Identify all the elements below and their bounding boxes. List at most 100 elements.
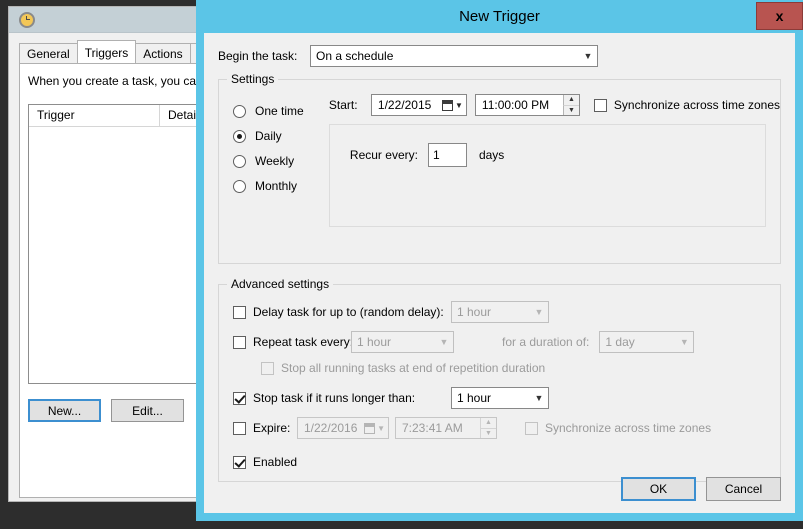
expire-sync-box <box>525 421 538 435</box>
spinner-up-icon[interactable]: ▲ <box>562 95 579 106</box>
background-window-titlebar <box>9 7 207 33</box>
start-time-spinner[interactable]: 11:00:00 PM ▲ ▼ <box>474 94 580 116</box>
chevron-down-icon: ▼ <box>534 307 544 317</box>
stop-longer-select[interactable]: 1 hour ▼ <box>451 387 549 409</box>
new-trigger-button[interactable]: New... <box>28 399 101 422</box>
chevron-down-icon: ▼ <box>679 337 689 347</box>
repeat-task-label: Repeat task every: <box>253 335 354 349</box>
recur-row: Recur every: 1 days <box>350 143 765 167</box>
radio-monthly[interactable]: Monthly <box>233 179 321 193</box>
clock-icon <box>19 11 35 28</box>
tab-general[interactable]: General <box>19 43 78 63</box>
recurrence-panel: Recur every: 1 days <box>328 124 766 227</box>
dialog-titlebar: New Trigger x <box>204 0 803 33</box>
radio-weekly[interactable]: Weekly <box>233 154 321 168</box>
stop-longer-label: Stop task if it runs longer than: <box>253 391 416 405</box>
repeat-interval-value: 1 hour <box>357 335 392 349</box>
schedule-type-radiogroup: One time Daily Weekly Monthly <box>219 94 321 263</box>
recur-value: 1 <box>432 148 440 162</box>
stop-all-tasks-checkbox[interactable]: Stop all running tasks at end of repetit… <box>261 361 766 375</box>
begin-task-value: On a schedule <box>316 49 394 63</box>
radio-one-time-indicator <box>233 104 246 118</box>
repeat-interval-select[interactable]: 1 hour ▼ <box>351 331 454 353</box>
expire-sync-label: Synchronize across time zones <box>545 421 712 435</box>
stop-longer-row: Stop task if it runs longer than: 1 hour… <box>233 387 766 409</box>
expire-checkbox[interactable]: Expire: <box>233 421 297 435</box>
radio-weekly-label: Weekly <box>255 154 295 168</box>
advanced-group-title: Advanced settings <box>227 277 334 291</box>
expire-time-value: 7:23:41 AM <box>402 421 463 435</box>
spinner-buttons[interactable]: ▲ ▼ <box>480 418 496 438</box>
enabled-checkbox[interactable]: Enabled <box>233 455 766 469</box>
start-label: Start: <box>328 98 358 112</box>
enabled-label: Enabled <box>253 455 298 469</box>
tab-strip: General Triggers Actions Co <box>15 40 221 63</box>
column-header-trigger[interactable]: Trigger <box>29 105 160 126</box>
close-icon[interactable]: x <box>756 2 803 30</box>
expire-row: Expire: 1/22/2016 ▼ 7:23:41 AM ▲ ▼ Synch… <box>233 417 766 439</box>
radio-monthly-label: Monthly <box>255 179 298 193</box>
dialog-footer: OK Cancel <box>621 477 781 501</box>
expire-box <box>233 421 246 435</box>
repeat-duration-label: for a duration of: <box>502 335 590 349</box>
dialog-title: New Trigger <box>459 8 540 25</box>
settings-group-title: Settings <box>227 72 279 86</box>
repeat-task-row: Repeat task every: 1 hour ▼ for a durati… <box>233 331 766 353</box>
background-window-body: General Triggers Actions Co When you cre… <box>9 33 288 501</box>
sync-timezones-label: Synchronize across time zones <box>613 98 780 112</box>
radio-daily-label: Daily <box>255 129 282 143</box>
delay-task-select[interactable]: 1 hour ▼ <box>451 301 549 323</box>
spinner-down-icon[interactable]: ▼ <box>480 428 496 438</box>
calendar-icon[interactable]: ▼ <box>364 422 385 434</box>
radio-daily[interactable]: Daily <box>233 129 321 143</box>
start-date-value: 1/22/2015 <box>377 98 432 112</box>
spinner-down-icon[interactable]: ▼ <box>562 105 579 115</box>
repeat-duration-select[interactable]: 1 day ▼ <box>599 331 695 353</box>
radio-one-time[interactable]: One time <box>233 104 321 118</box>
stop-longer-value: 1 hour <box>457 391 492 405</box>
calendar-icon[interactable]: ▼ <box>442 99 463 111</box>
delay-task-value: 1 hour <box>457 305 492 319</box>
expire-date-value: 1/22/2016 <box>304 421 358 435</box>
enabled-box <box>233 455 246 469</box>
recur-label: Recur every: <box>349 148 418 162</box>
radio-daily-indicator <box>233 129 246 143</box>
repeat-task-checkbox[interactable]: Repeat task every: <box>233 335 354 349</box>
delay-task-label: Delay task for up to (random delay): <box>253 305 444 319</box>
stop-longer-box <box>233 391 246 405</box>
triggers-buttons: New... Edit... <box>28 399 184 422</box>
cancel-button[interactable]: Cancel <box>706 477 781 501</box>
expire-sync-timezones-checkbox[interactable]: Synchronize across time zones <box>525 421 711 435</box>
begin-task-row: Begin the task: On a schedule ▼ <box>218 45 781 67</box>
tab-triggers[interactable]: Triggers <box>76 40 137 63</box>
edit-trigger-button[interactable]: Edit... <box>111 399 184 422</box>
begin-task-label: Begin the task: <box>218 49 298 63</box>
start-row: Start: 1/22/2015 ▼ 11:00:00 PM ▲ ▼ Synch… <box>329 94 780 116</box>
chevron-down-icon: ▼ <box>534 393 544 403</box>
ok-button[interactable]: OK <box>621 477 696 501</box>
repeat-duration-value: 1 day <box>605 335 635 349</box>
delay-task-checkbox[interactable]: Delay task for up to (random delay): <box>233 305 451 319</box>
stop-all-tasks-label: Stop all running tasks at end of repetit… <box>281 361 546 375</box>
radio-monthly-indicator <box>233 179 246 193</box>
radio-one-time-label: One time <box>255 104 304 118</box>
sync-timezones-checkbox[interactable]: Synchronize across time zones <box>593 98 780 112</box>
start-date-picker[interactable]: 1/22/2015 ▼ <box>370 94 467 116</box>
stop-all-tasks-box <box>261 361 274 375</box>
spinner-buttons[interactable]: ▲ ▼ <box>562 95 579 115</box>
advanced-settings-groupbox: Advanced settings Delay task for up to (… <box>218 277 781 482</box>
recur-unit-label: days <box>478 148 505 162</box>
delay-task-row: Delay task for up to (random delay): 1 h… <box>233 301 766 323</box>
task-scheduler-window: General Triggers Actions Co When you cre… <box>8 6 288 502</box>
expire-date-picker[interactable]: 1/22/2016 ▼ <box>297 417 389 439</box>
sync-timezones-box <box>593 98 607 112</box>
start-time-value: 11:00:00 PM <box>481 98 550 112</box>
chevron-down-icon: ▼ <box>583 51 593 61</box>
begin-task-select[interactable]: On a schedule ▼ <box>310 45 598 67</box>
recur-input[interactable]: 1 <box>427 143 467 167</box>
expire-time-spinner[interactable]: 7:23:41 AM ▲ ▼ <box>395 417 497 439</box>
tab-actions[interactable]: Actions <box>135 43 191 63</box>
stop-longer-checkbox[interactable]: Stop task if it runs longer than: <box>233 391 451 405</box>
delay-task-box <box>233 305 246 319</box>
spinner-up-icon[interactable]: ▲ <box>480 418 496 429</box>
